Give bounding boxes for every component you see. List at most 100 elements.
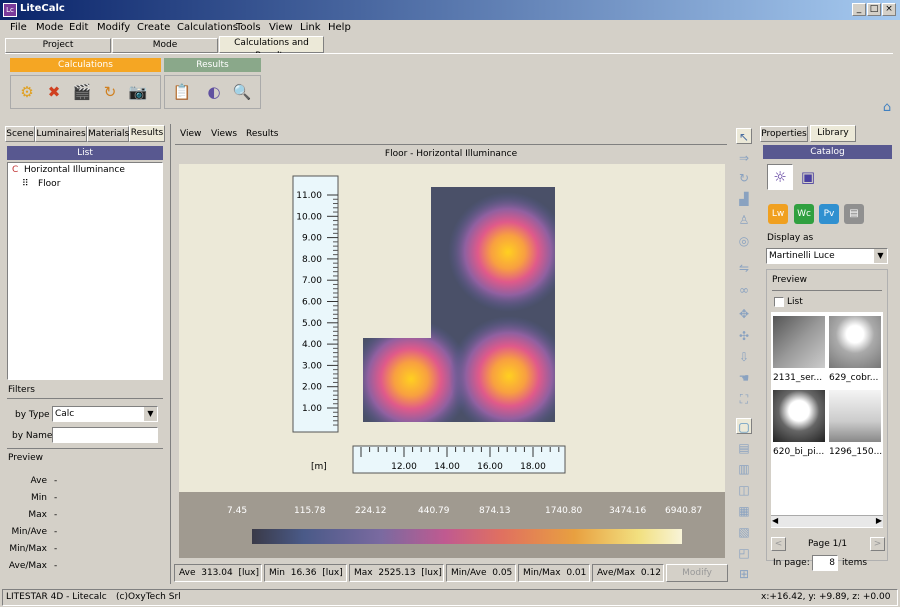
view-back-icon[interactable]: ▦ <box>736 503 752 519</box>
y-tick-label: 8.00 <box>302 255 322 265</box>
view-front-icon[interactable]: ▥ <box>736 461 752 477</box>
database-icon[interactable]: ▤ <box>844 204 864 224</box>
menu-file[interactable]: File <box>10 22 27 33</box>
thumbnail-image[interactable] <box>773 390 825 442</box>
tab-properties[interactable]: Properties <box>760 126 808 142</box>
pv-icon[interactable]: Pv <box>819 204 839 224</box>
person-icon[interactable]: ♙ <box>736 212 752 228</box>
thumbnail-label[interactable]: 620_bi_pi... <box>773 447 824 457</box>
view-iso-icon[interactable]: ◰ <box>736 545 752 561</box>
tab-results[interactable]: Results <box>129 125 165 142</box>
rotate-icon[interactable]: ↻ <box>736 170 752 186</box>
center-tab-views[interactable]: Views <box>211 129 237 139</box>
preview-stat-label: Max <box>28 510 47 520</box>
thumbnail-label[interactable]: 629_cobr... <box>829 373 878 383</box>
by-type-select[interactable]: Calc ▼ <box>52 406 158 422</box>
legend-value-label: 224.12 <box>355 506 387 516</box>
menu-modify[interactable]: Modify <box>97 22 130 33</box>
prev-page-button[interactable]: < <box>771 537 786 551</box>
x-tick-label: 12.00 <box>391 462 417 472</box>
gears-icon[interactable]: ⚙ <box>15 80 39 104</box>
tab-scene[interactable]: Scene <box>5 126 35 142</box>
display-as-select[interactable]: Martinelli Luce ▼ <box>766 248 888 264</box>
isolux-icon[interactable]: ◐ <box>202 80 226 104</box>
tab-divider <box>175 144 727 145</box>
legend-value-label: 1740.80 <box>545 506 583 516</box>
tab-luminaires[interactable]: Luminaires <box>35 126 87 142</box>
in-page-input[interactable]: 8 <box>812 555 838 571</box>
list-checkbox-label: List <box>787 297 803 307</box>
menu-mode[interactable]: Mode <box>36 22 63 33</box>
view-quad-icon[interactable]: ⊞ <box>736 566 752 582</box>
tab-project[interactable]: Project <box>5 38 111 53</box>
wc-icon[interactable]: Wc <box>794 204 814 224</box>
tab-materials[interactable]: Materials <box>87 126 129 142</box>
scroll-right-icon[interactable]: ▶ <box>876 516 882 525</box>
camera-icon[interactable]: 📷 <box>126 80 150 104</box>
next-page-button[interactable]: > <box>870 537 885 551</box>
hand-icon[interactable]: ☚ <box>736 370 752 386</box>
zoom-extent-icon[interactable]: ⛶ <box>736 391 752 407</box>
maximize-button[interactable]: □ <box>867 3 881 16</box>
orbit-icon[interactable]: ◎ <box>736 233 752 249</box>
menu-view[interactable]: View <box>269 22 293 33</box>
tab-calculations-results[interactable]: Calculations and Results <box>219 36 324 61</box>
preview-stat-value: - <box>54 510 58 520</box>
down-arrow-icon[interactable]: ⇩ <box>736 349 752 365</box>
y-tick-label: 1.00 <box>302 404 322 414</box>
report-icon[interactable]: 📋 <box>170 80 194 104</box>
scroll-left-icon[interactable]: ◀ <box>772 516 778 525</box>
select-arrow-icon[interactable]: ↖ <box>736 128 752 144</box>
menu-link[interactable]: Link <box>300 22 320 33</box>
calc-icon: C <box>12 165 19 175</box>
walk-icon[interactable]: ⇋ <box>736 260 752 276</box>
move-icon[interactable]: ⇒ <box>736 150 752 166</box>
tab-library[interactable]: Library <box>810 125 856 142</box>
min-stat: Min 16.36 [lux] <box>264 564 347 582</box>
thumbnail-label[interactable]: 2131_ser... <box>773 373 822 383</box>
menu-calculations[interactable]: Calculations <box>177 22 238 33</box>
clapper-icon[interactable]: 🎬 <box>70 80 94 104</box>
steps-icon[interactable]: ▟ <box>736 191 752 207</box>
luminaire-icon[interactable]: ☼ <box>767 164 793 190</box>
thumbnail-image[interactable] <box>829 316 881 368</box>
refresh-icon[interactable]: ↻ <box>98 80 122 104</box>
pan-icon[interactable]: ✣ <box>736 328 752 344</box>
display-as-value: Martinelli Luce <box>769 251 835 261</box>
center-tab-view[interactable]: View <box>180 129 201 139</box>
tab-mode[interactable]: Mode <box>112 38 218 53</box>
inspect-icon[interactable]: 🔍 <box>230 80 254 104</box>
view-top-icon[interactable]: ▤ <box>736 440 752 456</box>
horizontal-scrollbar[interactable]: ◀ ▶ <box>771 515 883 527</box>
menu-tools[interactable]: Tools <box>236 22 261 33</box>
filters-divider <box>7 398 163 399</box>
thumbnail-label[interactable]: 1296_150... <box>829 447 882 457</box>
delete-calc-icon[interactable]: ✖ <box>42 80 66 104</box>
preview-stat-value: - <box>54 561 58 571</box>
view-side-icon[interactable]: ◫ <box>736 482 752 498</box>
home-icon[interactable]: ⌂ <box>875 96 899 120</box>
loop-icon[interactable]: ∞ <box>736 282 752 298</box>
ave-stat: Ave 313.04 [lux] <box>174 564 262 582</box>
menu-edit[interactable]: Edit <box>69 22 88 33</box>
lw-icon[interactable]: Lw <box>768 204 788 224</box>
by-name-input[interactable] <box>52 427 158 443</box>
preview-stat-label: Ave/Max <box>8 561 47 571</box>
list-item[interactable]: Floor <box>38 179 60 189</box>
view-single-icon[interactable]: ▢ <box>736 418 752 434</box>
view-split-icon[interactable]: ▧ <box>736 524 752 540</box>
menu-help[interactable]: Help <box>328 22 351 33</box>
list-checkbox[interactable] <box>774 297 784 307</box>
menu-create[interactable]: Create <box>137 22 170 33</box>
thumbnail-image[interactable] <box>829 390 881 442</box>
center-tab-results[interactable]: Results <box>246 129 279 139</box>
list-item[interactable]: Horizontal Illuminance <box>24 165 125 175</box>
furniture-icon[interactable]: ▣ <box>796 166 820 188</box>
preview-stat-label: Min/Ave <box>11 527 48 537</box>
orbit-3d-icon[interactable]: ✥ <box>736 306 752 322</box>
modify-button[interactable]: Modify <box>666 564 728 582</box>
items-label: items <box>842 558 868 568</box>
thumbnail-image[interactable] <box>773 316 825 368</box>
close-button[interactable]: × <box>882 3 896 16</box>
minimize-button[interactable]: _ <box>852 3 866 16</box>
